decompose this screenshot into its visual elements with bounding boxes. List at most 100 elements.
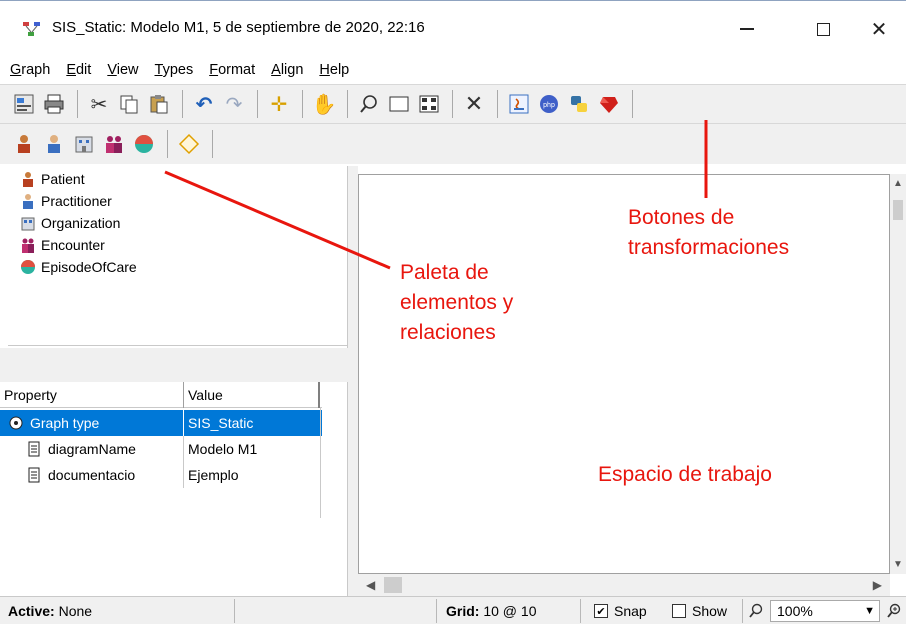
zoom-out-button[interactable] — [748, 600, 764, 622]
palette-item-label: EpisodeOfCare — [41, 259, 137, 275]
cut-button[interactable]: ✂ — [85, 90, 113, 118]
paste-button[interactable] — [145, 90, 173, 118]
menu-align[interactable]: Align — [271, 62, 303, 78]
active-status: Active: None — [8, 600, 92, 622]
toolbar-separator — [182, 90, 183, 118]
fit-button[interactable] — [415, 90, 443, 118]
scroll-right-icon[interactable]: ▶ — [873, 578, 882, 592]
scroll-down-icon[interactable]: ▼ — [893, 559, 903, 570]
palette-item-patient[interactable]: Patient — [20, 168, 85, 190]
scroll-thumb[interactable] — [384, 577, 402, 593]
palette-item-organization[interactable]: Organization — [20, 212, 120, 234]
column-header-property[interactable]: Property — [0, 382, 184, 408]
pan-button[interactable]: ✋ — [310, 90, 338, 118]
menu-view[interactable]: View — [107, 62, 138, 78]
snap-checkbox[interactable]: ✔ — [594, 604, 608, 618]
active-value: None — [58, 603, 93, 619]
add-organization-button[interactable] — [70, 130, 98, 158]
property-value[interactable]: Ejemplo — [184, 462, 320, 488]
property-value[interactable]: Modelo M1 — [184, 436, 320, 462]
menu-types[interactable]: Types — [155, 62, 194, 78]
vertical-scrollbar[interactable]: ▲ ▼ — [890, 174, 906, 574]
print-button[interactable] — [40, 90, 68, 118]
zoom-out-icon — [749, 603, 763, 618]
menu-graph[interactable]: Graph — [10, 62, 50, 78]
palette-item-label: Organization — [41, 215, 121, 231]
horizontal-splitter[interactable] — [0, 372, 348, 382]
add-relation-button[interactable] — [175, 130, 203, 158]
chevron-down-icon[interactable]: ▼ — [864, 605, 875, 617]
palette-item-practitioner[interactable]: Practitioner — [20, 190, 112, 212]
undo-button[interactable]: ↶ — [190, 90, 218, 118]
property-value[interactable]: SIS_Static — [184, 410, 320, 436]
ruby-transform-button[interactable] — [595, 90, 623, 118]
zoom-in-button[interactable] — [886, 600, 902, 622]
printer-icon — [44, 94, 64, 114]
zoom-select[interactable]: 100% ▼ — [770, 600, 880, 622]
add-practitioner-button[interactable] — [40, 130, 68, 158]
toolbar-separator — [347, 90, 348, 118]
python-icon — [571, 96, 587, 112]
show-toggle[interactable]: Show — [672, 600, 727, 622]
diamond-icon — [178, 133, 200, 155]
status-separator — [580, 599, 581, 623]
maximize-button[interactable] — [800, 9, 846, 49]
scroll-left-icon[interactable]: ◀ — [366, 578, 375, 592]
palette-toolbar — [0, 124, 906, 164]
organization-icon — [21, 217, 35, 231]
zoom-button[interactable] — [355, 90, 383, 118]
python-transform-button[interactable] — [565, 90, 593, 118]
menu-help[interactable]: Help — [319, 62, 349, 78]
close-button[interactable]: ✕ — [856, 9, 902, 49]
toolbar-separator — [452, 90, 453, 118]
show-checkbox[interactable] — [672, 604, 686, 618]
toolbar-separator — [302, 90, 303, 118]
scroll-up-icon[interactable]: ▲ — [893, 178, 903, 189]
select-tool-button[interactable]: ✛ — [265, 90, 293, 118]
properties-button[interactable] — [10, 90, 38, 118]
snap-toggle[interactable]: ✔ Snap — [594, 600, 647, 622]
encounter-icon — [106, 136, 122, 153]
close-icon: ✕ — [870, 18, 888, 41]
horizontal-scrollbar[interactable]: ◀ ▶ — [358, 574, 890, 596]
column-header-value[interactable]: Value — [184, 382, 320, 408]
add-encounter-button[interactable] — [100, 130, 128, 158]
toolbar-separator — [497, 90, 498, 118]
title-bar: SIS_Static: Modelo M1, 5 de septiembre d… — [0, 0, 906, 56]
annotation-line: relaciones — [400, 321, 496, 344]
delete-icon: ✕ — [464, 91, 484, 116]
workspace-annotation: Espacio de trabajo — [598, 463, 772, 486]
status-separator — [742, 599, 743, 623]
add-episode-of-care-button[interactable] — [130, 130, 158, 158]
property-row-diagram-name[interactable]: diagramName Modelo M1 — [0, 436, 322, 462]
add-patient-button[interactable] — [10, 130, 38, 158]
app-icon — [23, 22, 40, 36]
palette-item-encounter[interactable]: Encounter — [20, 234, 105, 256]
practitioner-icon — [23, 194, 33, 209]
menu-edit[interactable]: Edit — [66, 62, 91, 78]
minimize-button[interactable] — [724, 9, 770, 49]
copy-button[interactable] — [115, 90, 143, 118]
property-name: diagramName — [48, 441, 136, 457]
window-title: SIS_Static: Modelo M1, 5 de septiembre d… — [52, 19, 425, 36]
episode-of-care-icon — [135, 135, 153, 153]
java-transform-button[interactable] — [505, 90, 533, 118]
zoom-value: 100% — [777, 603, 813, 619]
palette-item-episode-of-care[interactable]: EpisodeOfCare — [20, 256, 137, 278]
workspace-canvas[interactable] — [358, 174, 890, 574]
property-row-documentacion[interactable]: documentacio Ejemplo — [0, 462, 322, 488]
property-table-empty-area — [0, 408, 322, 596]
delete-button[interactable]: ✕ — [460, 90, 488, 118]
episode-of-care-icon — [21, 260, 35, 274]
scroll-thumb[interactable] — [893, 200, 903, 220]
menu-format[interactable]: Format — [209, 62, 255, 78]
vertical-splitter[interactable] — [348, 166, 358, 596]
graph-type-icon — [9, 416, 23, 430]
minimize-icon — [740, 28, 754, 30]
property-row-graph-type[interactable]: Graph type SIS_Static — [0, 410, 322, 436]
zoom-rect-button[interactable] — [385, 90, 413, 118]
status-separator — [436, 599, 437, 623]
redo-button[interactable]: ↷ — [220, 90, 248, 118]
php-transform-button[interactable]: php — [535, 90, 563, 118]
property-cell: Graph type — [0, 410, 184, 436]
